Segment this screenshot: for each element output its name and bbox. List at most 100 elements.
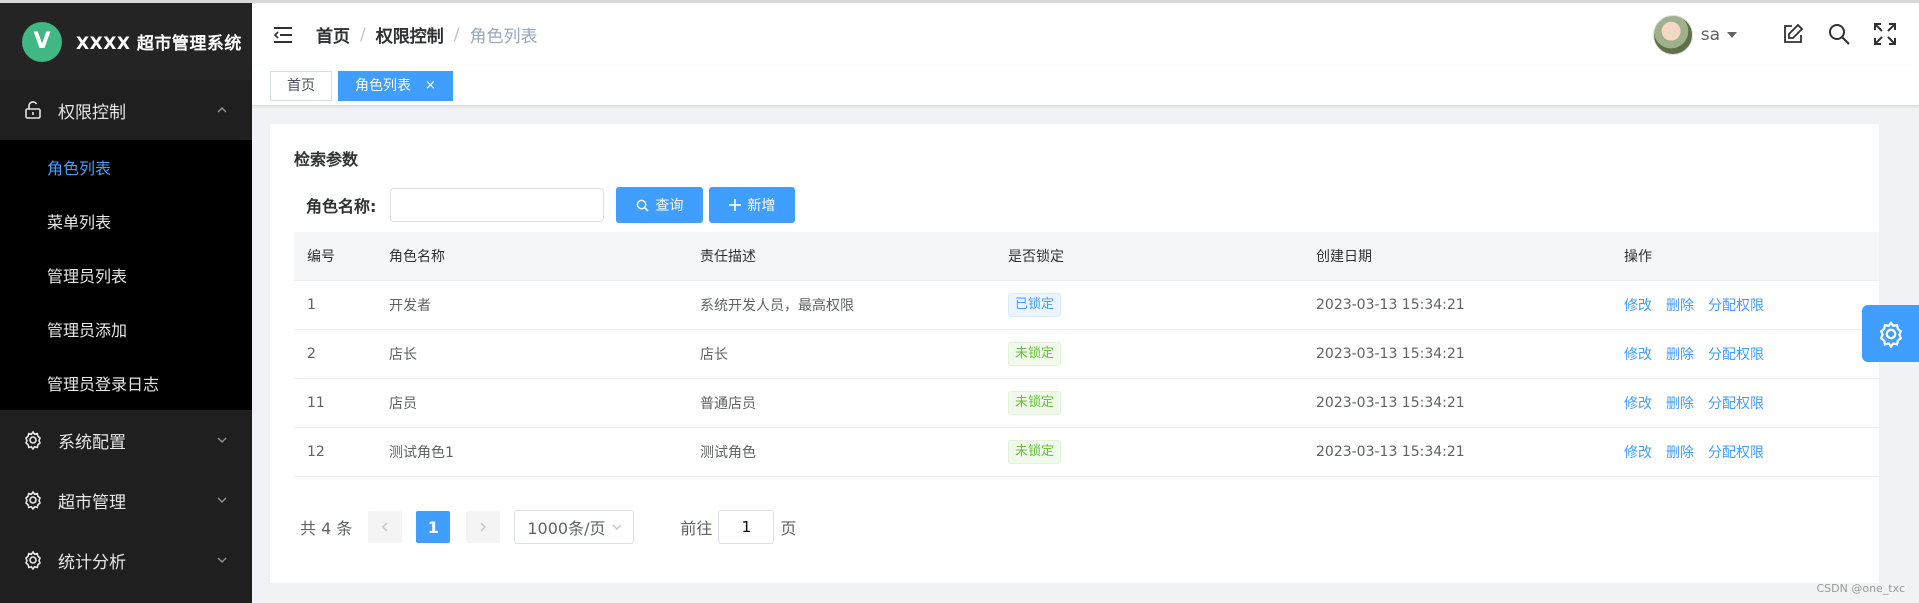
fullscreen-icon[interactable] — [1873, 22, 1899, 48]
next-page-button[interactable] — [466, 511, 501, 543]
query-button[interactable]: 查询 — [616, 187, 704, 223]
page-size-select[interactable]: 1000条/页 — [514, 510, 635, 544]
gear-icon — [1879, 320, 1902, 348]
add-button[interactable]: 新增 — [709, 187, 796, 223]
status-badge: 未锁定 — [1008, 390, 1062, 415]
cell-id: 2 — [294, 329, 376, 379]
caret-down-icon[interactable] — [1727, 31, 1737, 38]
breadcrumb: 首页 / 权限控制 / 角色列表 — [316, 22, 538, 48]
breadcrumb-current: 角色列表 — [469, 27, 538, 47]
delete-link[interactable]: 删除 — [1666, 298, 1694, 314]
chevron-down-icon — [217, 497, 227, 503]
assign-permission-link[interactable]: 分配权限 — [1708, 396, 1764, 412]
edit-link[interactable]: 修改 — [1624, 396, 1652, 412]
delete-link[interactable]: 删除 — [1666, 396, 1694, 412]
role-name-label: 角色名称: — [306, 197, 377, 216]
delete-link[interactable]: 删除 — [1666, 347, 1694, 363]
sidebar-item-admin-list[interactable]: 管理员列表 — [0, 248, 252, 302]
page-number-current[interactable]: 1 — [416, 511, 451, 543]
col-description: 责任描述 — [687, 232, 995, 281]
search-icon[interactable] — [1827, 22, 1853, 48]
menu-permission-control[interactable]: 权限控制 — [0, 80, 252, 140]
tag-role-list[interactable]: 角色列表 × — [338, 70, 453, 101]
cell-description: 店长 — [687, 329, 995, 379]
edit-link[interactable]: 修改 — [1624, 347, 1652, 363]
table-row: 1 开发者 系统开发人员，最高权限 已锁定 2023-03-13 15:34:2… — [294, 280, 1879, 330]
col-id: 编号 — [294, 232, 376, 281]
gear-icon — [22, 489, 44, 511]
tag-home[interactable]: 首页 — [270, 70, 332, 101]
brand: V XXXX 超市管理系统 — [0, 0, 252, 80]
submenu-permission-control: 角色列表 菜单列表 管理员列表 管理员添加 管理员登录日志 — [0, 140, 252, 410]
breadcrumb-permission[interactable]: 权限控制 — [376, 22, 444, 47]
content-card: 检索参数 角色名称: 查询 新增 编号 角色名称 责任描述 是否锁定 创建日期 … — [270, 124, 1879, 583]
role-table: 编号 角色名称 责任描述 是否锁定 创建日期 操作 1 开发者 系统开发人员，最… — [294, 232, 1879, 477]
edit-link[interactable]: 修改 — [1624, 298, 1652, 314]
table-row: 2 店长 店长 未锁定 2023-03-13 15:34:21 修改 删除 分配权限 — [294, 329, 1879, 379]
unlock-icon — [22, 99, 44, 121]
status-badge: 未锁定 — [1008, 341, 1062, 366]
cell-role-name: 店员 — [376, 378, 687, 428]
goto-prefix: 前往 — [680, 519, 713, 538]
assign-permission-link[interactable]: 分配权限 — [1708, 298, 1764, 314]
menu-statistics[interactable]: 统计分析 — [0, 530, 252, 590]
cell-description: 普通店员 — [687, 378, 995, 428]
chevron-down-icon — [612, 524, 622, 530]
status-badge: 未锁定 — [1008, 439, 1062, 464]
menu-fold-icon[interactable] — [272, 24, 294, 46]
chevron-right-icon — [480, 522, 487, 532]
menu-label: 统计分析 — [58, 552, 126, 573]
tag-label: 首页 — [287, 77, 315, 94]
menu-supermarket-management[interactable]: 超市管理 — [0, 470, 252, 530]
sidebar: V XXXX 超市管理系统 权限控制 角色列表 菜单列表 管理员列表 管理员添加… — [0, 0, 252, 603]
prev-page-button[interactable] — [368, 511, 403, 543]
menu-system-config[interactable]: 系统配置 — [0, 410, 252, 470]
sidebar-item-admin-login-log[interactable]: 管理员登录日志 — [0, 356, 252, 410]
close-icon[interactable]: × — [425, 72, 436, 100]
chevron-down-icon — [217, 437, 227, 443]
col-actions: 操作 — [1611, 232, 1879, 281]
add-button-label: 新增 — [747, 198, 776, 214]
pagination: 共 4 条 1 1000条/页 前往 页 — [300, 510, 796, 544]
sidebar-item-admin-add[interactable]: 管理员添加 — [0, 302, 252, 356]
app-title: XXXX 超市管理系统 — [76, 34, 242, 54]
cell-locked: 未锁定 — [995, 329, 1303, 379]
delete-link[interactable]: 删除 — [1666, 445, 1694, 461]
menu-label: 权限控制 — [58, 102, 126, 123]
cell-created: 2023-03-13 15:34:21 — [1303, 378, 1611, 428]
watermark: CSDN @one_txc — [1816, 582, 1905, 595]
goto-page-input[interactable] — [718, 510, 775, 544]
chevron-down-icon — [217, 557, 227, 563]
cell-role-name: 测试角色1 — [376, 427, 687, 477]
search-row: 角色名称: 查询 新增 — [306, 187, 801, 223]
cell-created: 2023-03-13 15:34:21 — [1303, 329, 1611, 379]
table-row: 11 店员 普通店员 未锁定 2023-03-13 15:34:21 修改 删除分… — [294, 378, 1879, 428]
settings-button[interactable] — [1862, 305, 1919, 362]
sidebar-item-menu-list[interactable]: 菜单列表 — [0, 194, 252, 248]
plus-icon — [729, 199, 742, 211]
tag-label: 角色列表 — [355, 77, 411, 94]
menu-label: 系统配置 — [58, 432, 126, 453]
edit-icon[interactable] — [1781, 22, 1807, 48]
cell-actions: 修改 删除 分配权限 — [1611, 329, 1879, 379]
sidebar-item-role-list[interactable]: 角色列表 — [0, 140, 252, 194]
cell-locked: 已锁定 — [995, 280, 1303, 330]
assign-permission-link[interactable]: 分配权限 — [1708, 347, 1764, 363]
cell-created: 2023-03-13 15:34:21 — [1303, 280, 1611, 330]
query-button-label: 查询 — [655, 198, 684, 214]
assign-permission-link[interactable]: 分配权限 — [1708, 445, 1764, 461]
avatar[interactable] — [1652, 14, 1693, 55]
edit-link[interactable]: 修改 — [1624, 445, 1652, 461]
col-created: 创建日期 — [1303, 232, 1611, 281]
table-header-row: 编号 角色名称 责任描述 是否锁定 创建日期 操作 — [294, 232, 1879, 281]
cell-role-name: 开发者 — [376, 280, 687, 330]
table-row: 12 测试角色1 测试角色 未锁定 2023-03-13 15:34:21 修改… — [294, 427, 1879, 477]
user-name[interactable]: sa — [1701, 25, 1720, 45]
cell-created: 2023-03-13 15:34:21 — [1303, 427, 1611, 477]
breadcrumb-home[interactable]: 首页 — [316, 22, 350, 47]
cell-actions: 修改 删除 分配权限 — [1611, 280, 1879, 330]
breadcrumb-separator: / — [453, 24, 460, 45]
role-name-input[interactable] — [390, 188, 605, 222]
search-section-title: 检索参数 — [294, 150, 359, 169]
header-actions: sa — [1652, 3, 1899, 66]
